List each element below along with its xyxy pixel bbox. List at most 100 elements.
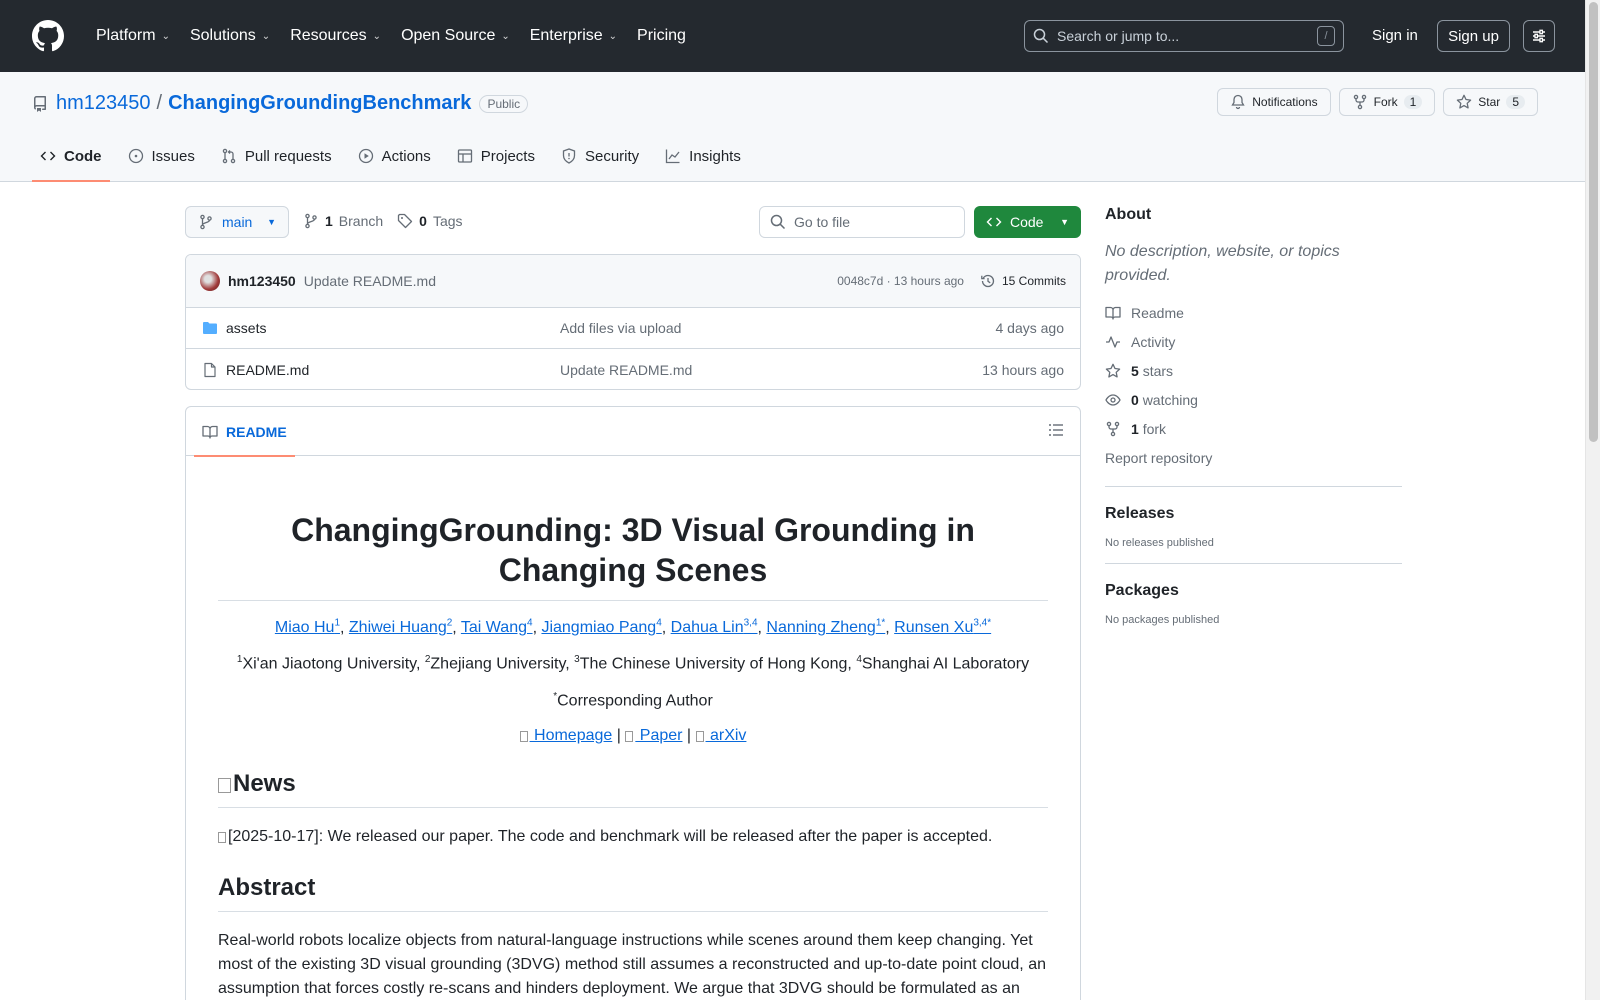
readme-tab[interactable]: README	[194, 407, 295, 457]
tab-code[interactable]: Code	[32, 140, 110, 182]
nav-platform[interactable]: Platform ⌄	[88, 19, 178, 53]
readme-header: README	[186, 407, 1080, 457]
tags-link[interactable]: 0 Tags	[397, 213, 463, 229]
tab-issues[interactable]: Issues	[120, 140, 203, 182]
tab-actions[interactable]: Actions	[350, 140, 439, 182]
repo-owner-link[interactable]: hm123450	[56, 92, 151, 115]
file-time: 4 days ago	[995, 320, 1065, 336]
repo-tabs: Code Issues Pull requests Actions Projec…	[32, 140, 759, 182]
commits-history-link[interactable]: 15 Commits	[980, 273, 1066, 289]
sign-up-button[interactable]: Sign up	[1437, 20, 1510, 52]
search-input[interactable]	[1057, 28, 1317, 44]
repo-header: hm123450 / ChangingGroundingBenchmark Pu…	[0, 72, 1585, 182]
branches-link[interactable]: 1 Branch	[303, 213, 383, 229]
packages-empty: No packages published	[1105, 614, 1220, 626]
emoji-placeholder-icon	[218, 831, 226, 843]
git-branch-icon	[200, 214, 212, 230]
readme-title: ChangingGrounding: 3D Visual Grounding i…	[218, 510, 1048, 601]
chevron-down-icon: ⌄	[261, 30, 271, 42]
readme-link[interactable]: Readme	[1105, 298, 1402, 327]
homepage-link[interactable]: Homepage	[519, 727, 612, 744]
git-branch-icon	[305, 213, 317, 229]
author-list: Miao Hu1, Zhiwei Huang2, Tai Wang4, Jian…	[274, 618, 992, 637]
nav-open-source[interactable]: Open Source ⌄	[393, 19, 518, 53]
author-link[interactable]: Jiangmiao Pang4	[541, 618, 661, 636]
notifications-button[interactable]: Notifications	[1217, 88, 1331, 116]
commit-author-link[interactable]: hm123450	[228, 273, 296, 289]
stars-link[interactable]: 5 stars	[1105, 356, 1402, 385]
tab-security[interactable]: Security	[553, 140, 647, 182]
releases-empty: No releases published	[1105, 537, 1214, 549]
search-icon	[770, 214, 786, 230]
watchers-link[interactable]: 0 watching	[1105, 385, 1402, 414]
file-commit-message[interactable]: Update README.md	[560, 362, 692, 378]
author-link[interactable]: Dahua Lin3,4	[671, 618, 758, 636]
path-separator: /	[156, 92, 163, 114]
pull-request-icon	[222, 148, 236, 164]
file-toolbar: main ▼ 1Branch 0Tags Code ▼	[185, 206, 1081, 238]
file-commit-message[interactable]: Add files via upload	[560, 320, 681, 336]
tab-insights[interactable]: Insights	[657, 140, 749, 182]
fork-icon	[1353, 94, 1366, 110]
packages-heading[interactable]: Packages	[1105, 582, 1402, 600]
readme-panel: README ChangingGrounding: 3D Visual Grou…	[185, 406, 1081, 1000]
file-list: hm123450 Update README.md 0048c7d · 13 h…	[185, 254, 1081, 390]
scrollbar-thumb[interactable]	[1589, 2, 1598, 442]
emoji-placeholder-icon	[218, 777, 231, 793]
star-icon	[1105, 363, 1121, 378]
author-link[interactable]: Tai Wang4	[461, 618, 533, 636]
repo-title: hm123450 / ChangingGroundingBenchmark Pu…	[32, 92, 529, 115]
paper-link[interactable]: Paper	[625, 727, 682, 744]
search-icon	[1033, 28, 1049, 44]
bell-icon	[1231, 94, 1245, 110]
commit-message-link[interactable]: Update README.md	[304, 273, 436, 289]
global-nav: Platform ⌄ Solutions ⌄ Resources ⌄ Open Sou…	[88, 19, 694, 53]
go-to-file-input[interactable]	[794, 214, 944, 230]
nav-pricing[interactable]: Pricing	[629, 19, 694, 53]
author-link[interactable]: Runsen Xu3,4*	[894, 618, 991, 636]
repo-name-link[interactable]: ChangingGroundingBenchmark	[168, 92, 471, 115]
file-name[interactable]: README.md	[226, 362, 309, 378]
activity-link[interactable]: Activity	[1105, 327, 1402, 356]
fork-button[interactable]: Fork 1	[1338, 88, 1436, 116]
author-link[interactable]: Miao Hu1	[275, 618, 340, 636]
file-name[interactable]: assets	[226, 320, 266, 336]
file-row[interactable]: assets Add files via upload 4 days ago	[186, 308, 1080, 349]
global-search[interactable]: /	[1024, 20, 1344, 52]
report-repository-link[interactable]: Report repository	[1105, 443, 1402, 472]
go-to-file[interactable]	[759, 206, 965, 238]
caret-down-icon: ▼	[267, 217, 276, 227]
readme-body: ChangingGrounding: 3D Visual Grounding i…	[186, 510, 1080, 1000]
branch-select-button[interactable]: main ▼	[185, 206, 289, 238]
tab-pull-requests[interactable]: Pull requests	[213, 140, 340, 182]
page-scrollbar[interactable]	[1585, 0, 1600, 1000]
tab-projects[interactable]: Projects	[449, 140, 543, 182]
divider	[1105, 486, 1402, 487]
issue-icon	[128, 148, 143, 164]
arxiv-link[interactable]: arXiv	[695, 727, 746, 744]
author-link[interactable]: Nanning Zheng1*	[766, 618, 885, 636]
avatar[interactable]	[200, 271, 220, 291]
star-button[interactable]: Star 5	[1443, 88, 1538, 116]
chevron-down-icon: ⌄	[501, 30, 510, 42]
nav-resources[interactable]: Resources ⌄	[282, 19, 389, 53]
emoji-placeholder-icon	[695, 730, 704, 742]
code-dropdown-button[interactable]: Code ▼	[974, 206, 1081, 238]
forks-link[interactable]: 1 fork	[1105, 414, 1402, 443]
shield-icon	[562, 148, 576, 164]
sign-in-link[interactable]: Sign in	[1372, 27, 1418, 44]
author-link[interactable]: Zhiwei Huang2	[349, 618, 452, 636]
slash-key-hint: /	[1317, 26, 1335, 46]
about-heading: About	[1105, 206, 1152, 223]
eye-icon	[1105, 393, 1121, 406]
sliders-menu-button[interactable]	[1523, 20, 1555, 52]
about-links: Readme Activity 5 stars 0 watching 1 for…	[1105, 298, 1402, 472]
github-logo-icon[interactable]	[32, 20, 64, 52]
commit-hash-link[interactable]: 0048c7d · 13 hours ago	[837, 274, 964, 288]
file-time: 13 hours ago	[982, 361, 1064, 378]
nav-enterprise[interactable]: Enterprise ⌄	[522, 19, 625, 53]
file-row[interactable]: README.md Update README.md 13 hours ago	[186, 349, 1080, 389]
table-of-contents-button[interactable]	[1048, 422, 1064, 438]
nav-solutions[interactable]: Solutions ⌄	[182, 19, 278, 53]
releases-heading[interactable]: Releases	[1105, 505, 1402, 523]
